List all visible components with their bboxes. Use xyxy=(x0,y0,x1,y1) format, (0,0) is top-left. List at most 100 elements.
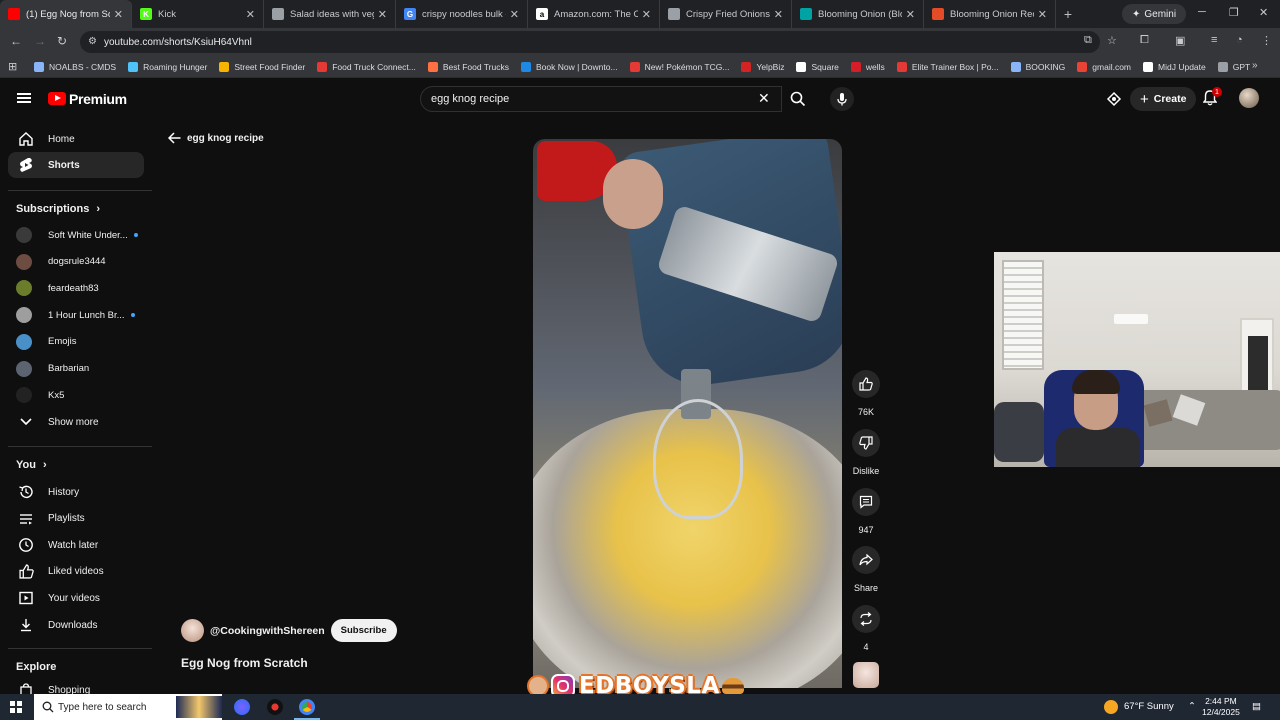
subscription-item[interactable]: 1 Hour Lunch Br... xyxy=(16,303,146,327)
media-control-icon[interactable]: ≡ xyxy=(1211,34,1217,46)
close-tab-icon[interactable]: ✕ xyxy=(378,8,387,21)
clear-search-icon[interactable]: ✕ xyxy=(758,90,770,107)
back-to-results-button[interactable]: egg knog recipe xyxy=(168,132,264,144)
site-info-icon[interactable]: ⚙ xyxy=(88,36,97,47)
windows-start-icon[interactable] xyxy=(10,701,22,713)
subscription-item[interactable]: Kx5 xyxy=(16,383,146,407)
comments-button[interactable]: 947 xyxy=(852,488,880,535)
system-clock[interactable]: 2:44 PM 12/4/2025 xyxy=(1202,696,1240,718)
bookmark-item[interactable]: Best Food Trucks xyxy=(427,61,509,72)
close-tab-icon[interactable]: ✕ xyxy=(1038,8,1047,21)
bookmark-item[interactable]: Street Food Finder xyxy=(219,61,305,72)
browser-tab[interactable]: aAmazon.com: The Origi✕ xyxy=(528,0,660,28)
profile-icon[interactable]: ◔ xyxy=(1236,34,1243,46)
plus-icon: + xyxy=(1140,90,1149,108)
gemini-button[interactable]: ✦ Gemini xyxy=(1122,4,1187,24)
sidebar-item-shorts[interactable]: Shorts xyxy=(8,152,144,178)
close-tab-icon[interactable]: ✕ xyxy=(246,8,255,21)
bookmark-item[interactable]: Book Now | Downto... xyxy=(520,61,618,72)
browser-tab[interactable]: Crispy Fried Onions ✕ xyxy=(660,0,792,28)
reload-icon[interactable]: ↻ xyxy=(57,34,67,48)
bookmark-item[interactable]: BOOKING xyxy=(1010,61,1065,72)
youtube-logo-icon[interactable] xyxy=(48,92,66,105)
bookmark-item[interactable]: MidJ Update xyxy=(1143,61,1206,72)
dislike-button[interactable]: Dislike xyxy=(852,429,880,476)
bookmark-item[interactable]: wells xyxy=(850,61,885,72)
show-hidden-icons[interactable]: ⌃ xyxy=(1188,701,1196,712)
create-button[interactable]: + Create xyxy=(1130,87,1197,111)
like-button[interactable]: 76K xyxy=(852,370,880,417)
menu-hamburger-icon[interactable] xyxy=(17,93,31,103)
back-icon[interactable]: ← xyxy=(10,34,22,48)
browser-tab[interactable]: Blooming Onion Recipe✕ xyxy=(924,0,1056,28)
you-heading[interactable]: You › xyxy=(16,459,47,471)
chrome-taskbar-icon[interactable] xyxy=(299,699,315,715)
voice-search-button[interactable] xyxy=(830,87,854,111)
sidebar-item-watch-later[interactable]: Watch later xyxy=(8,532,144,558)
new-tab-icon[interactable]: + xyxy=(1056,0,1080,28)
apps-grid-icon[interactable]: ⊞ xyxy=(8,60,17,73)
sidebar-item-your-videos[interactable]: Your videos xyxy=(8,585,144,611)
bookmark-item[interactable]: NOALBS - CMDS xyxy=(34,61,116,72)
sound-thumbnail[interactable] xyxy=(853,662,879,688)
bookmark-item[interactable]: YelpBiz xyxy=(741,61,784,72)
subscription-item[interactable]: Barbarian xyxy=(16,357,146,381)
close-tab-icon[interactable]: ✕ xyxy=(774,8,783,21)
extensions-icon[interactable]: ⧠ xyxy=(1140,34,1149,47)
sidebar-item-downloads[interactable]: Downloads xyxy=(8,612,144,638)
url-field[interactable]: ⚙ youtube.com/shorts/KsiuH64Vhnl xyxy=(80,31,1100,53)
browser-tab[interactable]: Salad ideas with vegeta✕ xyxy=(264,0,396,28)
subscriptions-heading[interactable]: Subscriptions › xyxy=(16,203,100,215)
remix-button[interactable]: 4 xyxy=(852,605,880,652)
subscription-item[interactable]: feardeath83 xyxy=(16,276,146,300)
bookmark-item[interactable]: gmail.com xyxy=(1077,61,1131,72)
obs-taskbar-icon[interactable] xyxy=(267,699,283,715)
bookmark-item[interactable]: Square xyxy=(796,61,839,72)
bookmark-item[interactable]: Elite Trainer Box | Po... xyxy=(896,61,999,72)
browser-tab[interactable]: K Kick ✕ xyxy=(132,0,264,28)
restore-icon[interactable]: ❐ xyxy=(1229,6,1239,19)
browser-tab[interactable]: Blooming Onion (Bloom✕ xyxy=(792,0,924,28)
sidebar-item-liked-videos[interactable]: Liked videos xyxy=(8,559,144,585)
subscribe-button[interactable]: Subscribe xyxy=(330,619,397,642)
sidebar-item-playlists[interactable]: Playlists xyxy=(8,506,144,532)
subscription-item[interactable]: Emojis xyxy=(16,330,146,354)
bookmark-item[interactable]: GPT xyxy=(1217,61,1250,72)
channel-avatar[interactable] xyxy=(181,619,204,642)
notifications-center-icon[interactable]: ▤ xyxy=(1252,701,1261,712)
split-view-icon[interactable]: ▣ xyxy=(1175,34,1185,47)
cast-icon[interactable] xyxy=(1106,91,1122,112)
weather-text[interactable]: 67°F Sunny xyxy=(1124,701,1174,712)
bookmark-item[interactable]: New! Pokémon TCG... xyxy=(629,61,729,72)
youtube-logo-text[interactable]: Premium xyxy=(69,91,127,107)
search-input[interactable]: egg knog recipe xyxy=(420,86,782,112)
sidebar-item-history[interactable]: History xyxy=(8,479,144,505)
weather-sun-icon[interactable] xyxy=(1104,700,1118,714)
show-more-button[interactable]: Show more xyxy=(8,409,144,435)
close-tab-icon[interactable]: ✕ xyxy=(906,8,915,21)
sidebar-item-home[interactable]: Home xyxy=(8,126,144,152)
close-tab-icon[interactable]: ✕ xyxy=(642,8,651,21)
forward-icon[interactable]: → xyxy=(34,34,46,48)
close-tab-icon[interactable]: ✕ xyxy=(510,8,519,21)
install-icon[interactable]: ⧉ xyxy=(1084,34,1092,47)
subscription-item[interactable]: Soft White Under... xyxy=(16,223,146,247)
minimize-icon[interactable]: ─ xyxy=(1198,6,1206,18)
short-video-player[interactable] xyxy=(533,139,842,688)
subscription-item[interactable]: dogsrule3444 xyxy=(16,250,146,274)
sidebar-item-shopping[interactable]: Shopping xyxy=(8,677,144,694)
close-window-icon[interactable]: ✕ xyxy=(1259,6,1268,19)
channel-name[interactable]: @CookingwithShereen xyxy=(210,625,325,637)
close-tab-icon[interactable]: ✕ xyxy=(114,8,123,21)
menu-icon[interactable]: ⋮ xyxy=(1261,34,1272,47)
bookmark-item[interactable]: Roaming Hunger xyxy=(128,61,207,72)
bookmark-item[interactable]: Food Truck Connect... xyxy=(317,61,416,72)
copilot-taskbar-icon[interactable] xyxy=(234,699,250,715)
share-button[interactable]: Share xyxy=(852,546,880,593)
browser-tab[interactable]: Gcrispy noodles bulk - Go✕ xyxy=(396,0,528,28)
browser-tab[interactable]: (1) Egg Nog from Sc ✕ xyxy=(0,0,132,28)
search-button[interactable] xyxy=(782,86,814,112)
bookmark-star-icon[interactable]: ☆ xyxy=(1107,34,1117,47)
more-bookmarks-icon[interactable]: » xyxy=(1252,60,1258,71)
account-avatar[interactable] xyxy=(1239,88,1259,108)
